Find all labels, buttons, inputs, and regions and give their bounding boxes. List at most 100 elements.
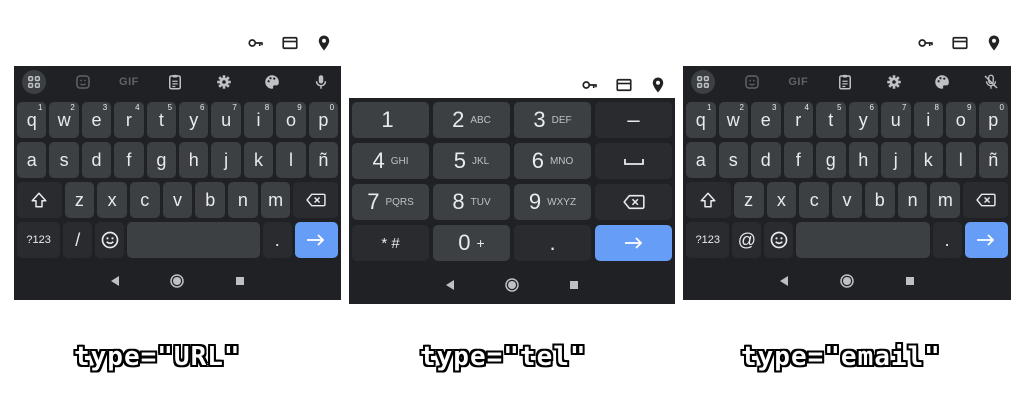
key-y[interactable]: y6	[848, 102, 878, 138]
recents-square-icon[interactable]	[233, 274, 247, 288]
space-bar[interactable]	[127, 222, 260, 258]
key-s[interactable]: s	[718, 142, 748, 178]
star-hash-key[interactable]: * #	[352, 225, 429, 261]
key-g[interactable]: g	[816, 142, 846, 178]
sticker-icon[interactable]	[740, 70, 764, 94]
key-r[interactable]: r4	[114, 102, 144, 138]
dial-key-9[interactable]: 9 WXYZ	[514, 184, 591, 220]
shift-key[interactable]	[686, 182, 731, 218]
key-z[interactable]: z	[64, 182, 95, 218]
dial-key-0[interactable]: 0 +	[433, 225, 510, 261]
key-m[interactable]: m	[260, 182, 291, 218]
key-l[interactable]: l	[276, 142, 306, 178]
space-key[interactable]	[595, 143, 672, 179]
key-t[interactable]: t5	[816, 102, 846, 138]
backspace-key[interactable]	[293, 182, 339, 218]
period-key[interactable]: .	[262, 222, 292, 258]
key-c[interactable]: c	[129, 182, 160, 218]
apps-grid-icon[interactable]	[22, 70, 46, 94]
key-e[interactable]: e3	[751, 102, 781, 138]
key-v[interactable]: v	[162, 182, 193, 218]
period-key[interactable]: .	[514, 225, 591, 261]
period-key[interactable]: .	[932, 222, 962, 258]
home-circle-icon[interactable]	[505, 278, 519, 292]
key-y[interactable]: y6	[179, 102, 209, 138]
slash-key[interactable]: /	[63, 222, 93, 258]
key-h[interactable]: h	[179, 142, 209, 178]
key-b[interactable]: b	[864, 182, 895, 218]
key-p[interactable]: p0	[308, 102, 339, 138]
at-key[interactable]: @	[732, 222, 762, 258]
emoji-key[interactable]	[764, 222, 794, 258]
back-triangle-icon[interactable]	[777, 274, 791, 288]
space-bar[interactable]	[796, 222, 930, 258]
clipboard-icon[interactable]	[163, 70, 187, 94]
key-t[interactable]: t5	[146, 102, 177, 138]
microphone-off-icon[interactable]	[979, 70, 1003, 94]
key-g[interactable]: g	[146, 142, 177, 178]
key-f[interactable]: f	[114, 142, 144, 178]
back-triangle-icon[interactable]	[443, 278, 457, 292]
symbols-key[interactable]: ?123	[686, 222, 730, 258]
key-a[interactable]: a	[686, 142, 716, 178]
key-n-tilde[interactable]: ñ	[308, 142, 339, 178]
apps-grid-icon[interactable]	[691, 70, 715, 94]
go-key[interactable]	[964, 222, 1008, 258]
minus-key[interactable]: –	[595, 102, 672, 138]
key-d[interactable]: d	[751, 142, 781, 178]
key-j[interactable]: j	[881, 142, 911, 178]
key-p[interactable]: p0	[978, 102, 1008, 138]
key-l[interactable]: l	[946, 142, 976, 178]
key-w[interactable]: w2	[49, 102, 79, 138]
key-n[interactable]: n	[897, 182, 928, 218]
clipboard-icon[interactable]	[833, 70, 857, 94]
key-i[interactable]: i8	[243, 102, 274, 138]
symbols-key[interactable]: ?123	[17, 222, 61, 258]
microphone-icon[interactable]	[309, 70, 333, 94]
settings-icon[interactable]	[882, 70, 906, 94]
key-s[interactable]: s	[49, 142, 79, 178]
settings-icon[interactable]	[212, 70, 236, 94]
recents-square-icon[interactable]	[567, 278, 581, 292]
backspace-key[interactable]	[595, 184, 672, 220]
dial-key-8[interactable]: 8 TUV	[433, 184, 510, 220]
key-x[interactable]: x	[97, 182, 127, 218]
go-key[interactable]	[294, 222, 339, 258]
go-key[interactable]	[595, 225, 672, 261]
key-a[interactable]: a	[17, 142, 47, 178]
gif-button[interactable]: GIF	[119, 76, 139, 88]
palette-icon[interactable]	[930, 70, 954, 94]
shift-key[interactable]	[17, 182, 62, 218]
key-d[interactable]: d	[81, 142, 112, 178]
palette-icon[interactable]	[260, 70, 284, 94]
key-z[interactable]: z	[733, 182, 764, 218]
key-c[interactable]: c	[799, 182, 830, 218]
dial-key-1[interactable]: 1	[352, 102, 429, 138]
key-v[interactable]: v	[832, 182, 862, 218]
home-circle-icon[interactable]	[170, 274, 185, 288]
key-o[interactable]: o9	[276, 102, 306, 138]
key-k[interactable]: k	[243, 142, 274, 178]
key-b[interactable]: b	[195, 182, 226, 218]
key-k[interactable]: k	[913, 142, 943, 178]
key-q[interactable]: q1	[17, 102, 47, 138]
dial-key-7[interactable]: 7 PQRS	[352, 184, 429, 220]
backspace-key[interactable]	[963, 182, 1008, 218]
dial-key-3[interactable]: 3 DEF	[514, 102, 591, 138]
key-n[interactable]: n	[228, 182, 258, 218]
dial-key-2[interactable]: 2 ABC	[433, 102, 510, 138]
key-i[interactable]: i8	[913, 102, 943, 138]
recents-square-icon[interactable]	[903, 274, 917, 288]
key-m[interactable]: m	[930, 182, 961, 218]
key-h[interactable]: h	[848, 142, 878, 178]
key-j[interactable]: j	[211, 142, 241, 178]
key-u[interactable]: u7	[211, 102, 241, 138]
home-circle-icon[interactable]	[840, 274, 854, 288]
sticker-icon[interactable]	[71, 70, 95, 94]
key-x[interactable]: x	[766, 182, 797, 218]
key-o[interactable]: o9	[946, 102, 976, 138]
key-w[interactable]: w2	[718, 102, 748, 138]
key-e[interactable]: e3	[81, 102, 112, 138]
key-r[interactable]: r4	[783, 102, 813, 138]
key-q[interactable]: q1	[686, 102, 716, 138]
